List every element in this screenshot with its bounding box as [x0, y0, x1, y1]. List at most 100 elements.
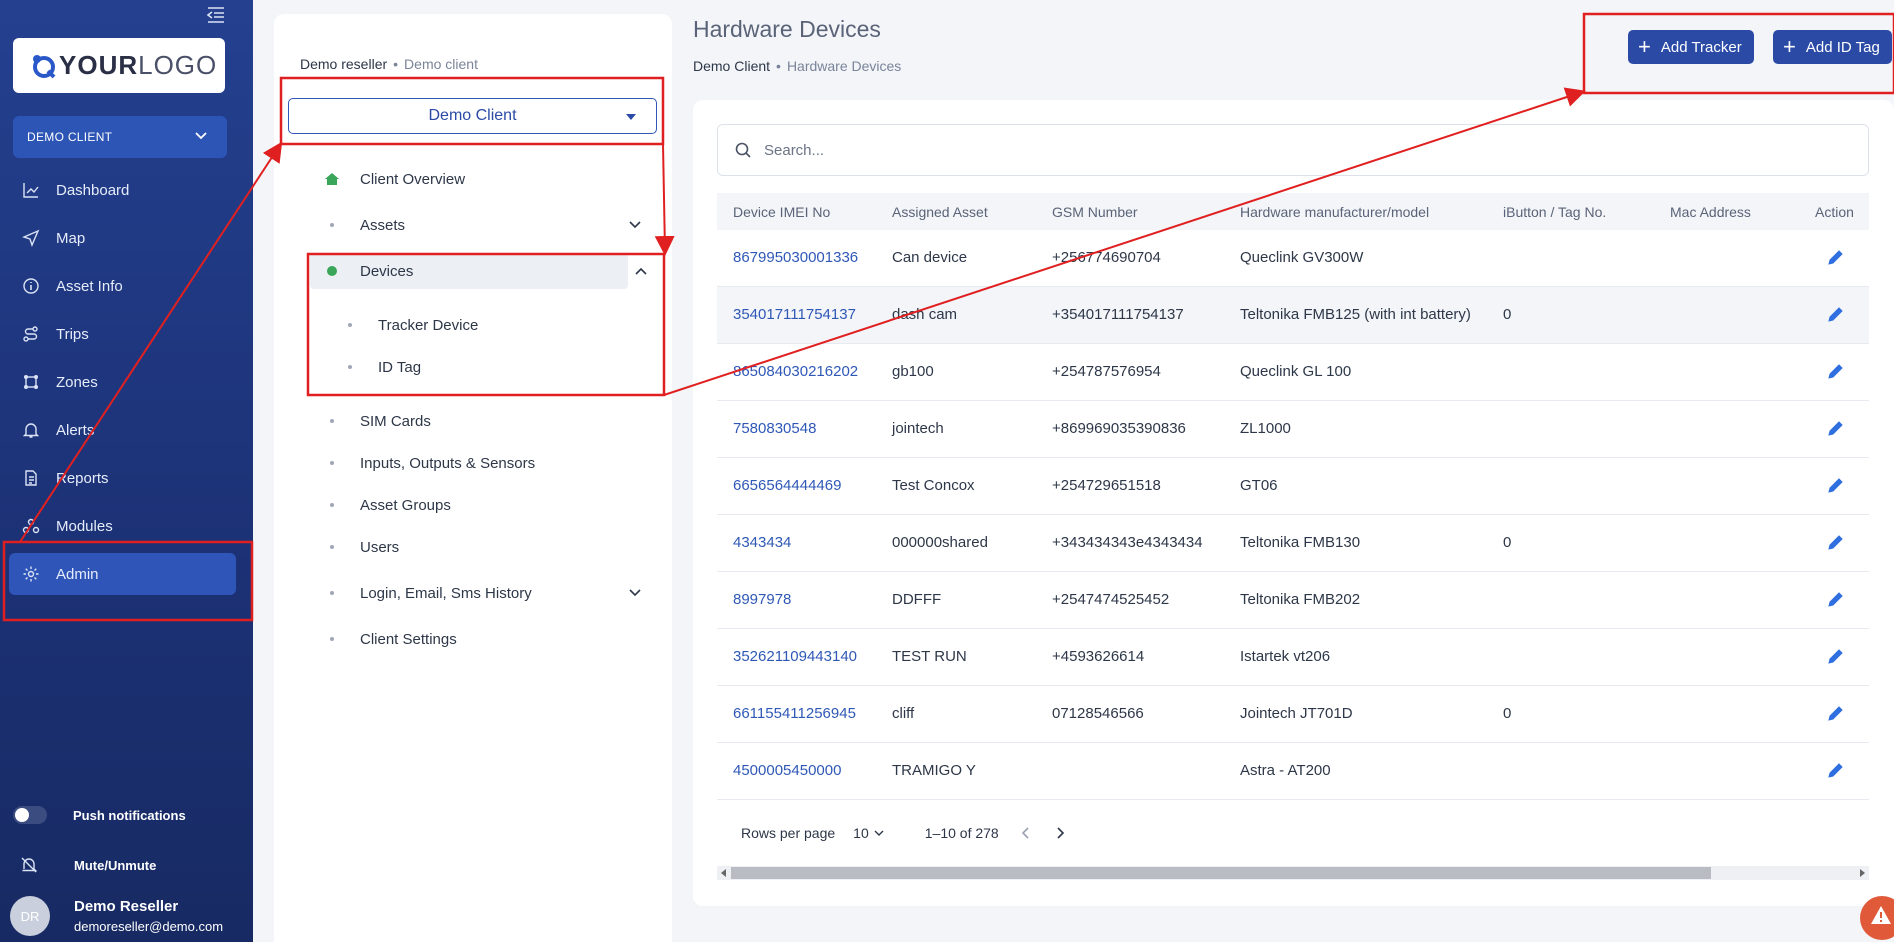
edit-pencil-icon[interactable]: [1826, 247, 1846, 267]
pagination: Rows per page 10 1–10 of 278: [741, 825, 1067, 841]
cell-imei[interactable]: 6656564444469: [733, 477, 841, 494]
nav-trips[interactable]: Trips: [9, 313, 236, 355]
edit-pencil-icon[interactable]: [1826, 532, 1846, 552]
edit-pencil-icon[interactable]: [1826, 418, 1846, 438]
table-row[interactable]: 352621109443140 TEST RUN +4593626614 Istart…: [717, 629, 1869, 686]
plus-icon: +: [1638, 34, 1651, 59]
table-row[interactable]: 865084030216202 gb100 +254787576954 Queclin…: [717, 344, 1869, 401]
mute-toggle[interactable]: Mute/Unmute: [20, 856, 156, 874]
nav-asset-info[interactable]: Asset Info: [9, 265, 236, 307]
cell-imei[interactable]: 7580830548: [733, 420, 816, 437]
col-gsm[interactable]: GSM Number: [1052, 204, 1138, 220]
col-mac[interactable]: Mac Address: [1670, 204, 1751, 220]
add-tracker-label: Add Tracker: [1660, 38, 1742, 56]
chevron-right-icon[interactable]: [1053, 826, 1067, 840]
cell-imei[interactable]: 4343434: [733, 534, 791, 551]
cell-imei[interactable]: 354017111754137: [733, 306, 856, 323]
bullet-icon: [330, 419, 334, 423]
breadcrumb-client-root[interactable]: Demo Client: [693, 58, 770, 74]
rows-per-page-label: Rows per page: [741, 825, 836, 841]
add-id-tag-button[interactable]: + Add ID Tag: [1773, 30, 1892, 64]
scroll-left-icon[interactable]: [721, 869, 726, 877]
user-profile[interactable]: DR Demo Reseller demoreseller@demo.com: [10, 896, 223, 936]
menu-sim-cards[interactable]: SIM Cards: [310, 403, 656, 439]
client-dropdown[interactable]: Demo Client: [288, 98, 657, 134]
search-input[interactable]: [764, 141, 1364, 159]
cell-imei[interactable]: 4500005450000: [733, 762, 841, 779]
col-ibutton[interactable]: iButton / Tag No.: [1503, 204, 1606, 220]
chevron-left-icon[interactable]: [1019, 826, 1033, 840]
submenu-tracker-device[interactable]: Tracker Device: [330, 310, 478, 340]
nav-modules[interactable]: Modules: [9, 505, 236, 547]
bullet-icon: [348, 323, 352, 327]
collapse-menu-icon[interactable]: [206, 6, 226, 24]
table-row[interactable]: 6656564444469 Test Concox +254729651518 GT0…: [717, 458, 1869, 515]
menu-client-settings[interactable]: Client Settings: [310, 621, 656, 657]
warning-button[interactable]: [1860, 896, 1894, 940]
table-row[interactable]: 7580830548 jointech +869969035390836 ZL1000: [717, 401, 1869, 458]
table-row[interactable]: 661155411256945 cliff 07128546566 Jointech …: [717, 686, 1869, 743]
table-row[interactable]: 4343434 000000shared +343434343e4343434 Tel…: [717, 515, 1869, 572]
scroll-right-icon[interactable]: [1860, 869, 1865, 877]
cell-imei[interactable]: 8997978: [733, 591, 791, 608]
cell-imei[interactable]: 865084030216202: [733, 363, 858, 380]
submenu-id-tag[interactable]: ID Tag: [330, 352, 421, 382]
table-row[interactable]: 867995030001336 Can device +256774690704 Qu…: [717, 230, 1869, 287]
menu-login-history[interactable]: Login, Email, Sms History: [310, 575, 656, 611]
search-box[interactable]: [717, 124, 1869, 176]
edit-pencil-icon[interactable]: [1826, 760, 1846, 780]
info-icon: [23, 278, 39, 294]
table-row[interactable]: 8997978 DDFFF +2547474525452 Teltonika FMB2…: [717, 572, 1869, 629]
nav-zones[interactable]: Zones: [9, 361, 236, 403]
col-assigned-asset[interactable]: Assigned Asset: [892, 204, 988, 220]
edit-pencil-icon[interactable]: [1826, 475, 1846, 495]
menu-client-overview[interactable]: Client Overview: [310, 161, 656, 197]
menu-inputs-outputs-sensors[interactable]: Inputs, Outputs & Sensors: [310, 445, 656, 481]
nav-map[interactable]: Map: [9, 217, 236, 259]
cell-imei[interactable]: 352621109443140: [733, 648, 857, 665]
nav-alerts[interactable]: Alerts: [9, 409, 236, 451]
chevron-down-icon: [874, 830, 884, 836]
add-tracker-button[interactable]: + Add Tracker: [1628, 30, 1754, 64]
cell-assigned-asset: TRAMIGO Y: [892, 762, 976, 779]
cell-assigned-asset: TEST RUN: [892, 648, 967, 665]
push-notifications-label: Push notifications: [73, 807, 186, 823]
menu-users-label: Users: [360, 538, 400, 556]
breadcrumb-reseller[interactable]: Demo reseller: [300, 56, 387, 72]
edit-pencil-icon[interactable]: [1826, 703, 1846, 723]
scrollbar-thumb[interactable]: [731, 867, 1711, 879]
cell-imei[interactable]: 867995030001336: [733, 249, 858, 266]
chevron-up-icon[interactable]: [634, 264, 648, 278]
push-notifications-toggle[interactable]: [13, 806, 47, 824]
cell-imei[interactable]: 661155411256945: [733, 705, 856, 722]
table-row[interactable]: 354017111754137 dash cam +354017111754137 T…: [717, 287, 1869, 344]
cell-hardware: Queclink GL 100: [1240, 363, 1352, 380]
nav-dashboard[interactable]: Dashboard: [9, 169, 236, 211]
nav-modules-label: Modules: [56, 517, 113, 535]
menu-users[interactable]: Users: [310, 529, 656, 565]
edit-pencil-icon[interactable]: [1826, 646, 1846, 666]
menu-devices[interactable]: Devices: [310, 253, 628, 289]
col-imei[interactable]: Device IMEI No: [733, 204, 830, 220]
cell-gsm: +2547474525452: [1052, 591, 1170, 608]
client-selector[interactable]: DEMO CLIENT: [13, 116, 227, 158]
menu-asset-groups[interactable]: Asset Groups: [310, 487, 656, 523]
edit-pencil-icon[interactable]: [1826, 361, 1846, 381]
table-row[interactable]: 4500005450000 TRAMIGO Y Astra - AT200: [717, 743, 1869, 800]
col-hardware[interactable]: Hardware manufacturer/model: [1240, 204, 1429, 220]
edit-pencil-icon[interactable]: [1826, 304, 1846, 324]
chevron-down-icon: [629, 221, 641, 229]
rows-per-page-select[interactable]: 10: [853, 825, 885, 841]
zones-icon: [24, 375, 38, 389]
cell-hardware: Teltonika FMB202: [1240, 591, 1361, 608]
client-selector-label: DEMO CLIENT: [27, 130, 113, 144]
horizontal-scrollbar[interactable]: [717, 866, 1869, 880]
menu-sim-cards-label: SIM Cards: [360, 412, 431, 430]
nav-admin[interactable]: Admin: [9, 553, 236, 595]
nav-reports[interactable]: Reports: [9, 457, 236, 499]
modules-icon: [22, 518, 40, 534]
edit-pencil-icon[interactable]: [1826, 589, 1846, 609]
menu-assets[interactable]: Assets: [310, 207, 656, 243]
mute-bell-icon: [21, 857, 38, 873]
bullet-icon: [330, 637, 334, 641]
